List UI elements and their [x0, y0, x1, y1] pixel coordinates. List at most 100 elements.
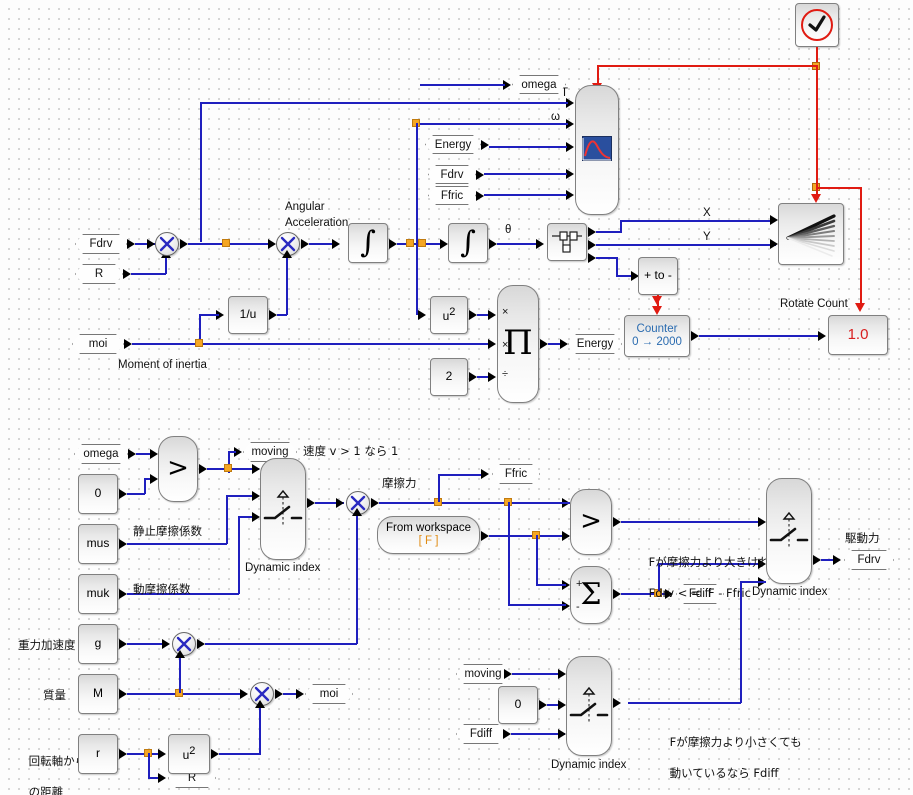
- plus-to-minus-block[interactable]: + to -: [638, 257, 678, 295]
- wire-zero1-h: [127, 493, 145, 495]
- dynamic-index-block-1[interactable]: [260, 458, 306, 560]
- arrow-mul5-in1: [240, 689, 248, 699]
- arrow-counter-trigger-2: [652, 306, 662, 315]
- multiply-icon: [159, 236, 175, 252]
- arrow-fdrv-tag-out: [833, 555, 841, 565]
- square-block-2[interactable]: u2: [168, 734, 210, 774]
- integrator-block-2[interactable]: ∫: [448, 223, 488, 263]
- block-diagram-canvas[interactable]: T ω omega Energy Fdrv Ffric Fdrv R Angul…: [0, 0, 913, 795]
- signal-tag-fdiff-in-label: Fdiff: [469, 728, 493, 740]
- multiply-block-1[interactable]: [155, 232, 179, 256]
- arrow-fdrv-in: [127, 239, 135, 249]
- wire-label-Y: Y: [703, 231, 711, 243]
- signal-tag-fdrv-in[interactable]: Fdrv: [75, 234, 127, 254]
- arrow-dyn3-in3: [558, 729, 566, 739]
- signal-tag-omega-top[interactable]: omega: [512, 75, 566, 94]
- switch-icon: [263, 489, 303, 525]
- sum-block[interactable]: Σ: [570, 566, 612, 624]
- signal-tag-energy-out[interactable]: Energy: [568, 334, 622, 354]
- wire-dyn3-to-dyn2-h2: [740, 581, 766, 583]
- arrow-g-out: [119, 639, 127, 649]
- signal-tag-omega-in-label: omega: [83, 448, 119, 460]
- arrow-mus-out: [119, 539, 127, 549]
- arrow-M-out: [119, 689, 127, 699]
- wire-mus-h2: [226, 495, 252, 497]
- wire-Y: [596, 244, 776, 246]
- xy-graph-block[interactable]: [778, 203, 844, 265]
- arrow-prod-in2: [488, 339, 496, 349]
- clock-icon: [801, 9, 833, 41]
- arrow-dyn1-in1: [252, 464, 260, 474]
- square-block-1[interactable]: u2: [430, 296, 468, 334]
- compare-block-1[interactable]: >: [158, 436, 198, 502]
- arrow-mul3-in1: [336, 498, 344, 508]
- wire-ffric-to-scope: [484, 194, 567, 196]
- signal-tag-ffric-scope[interactable]: Ffric: [428, 186, 476, 205]
- event-wire-to-scope: [597, 65, 599, 85]
- const-g-block[interactable]: g: [78, 624, 118, 664]
- const-r-block[interactable]: r: [78, 734, 118, 774]
- arrow-fdiff-in: [503, 729, 511, 739]
- arrow-mul2-in2: [282, 250, 292, 258]
- reciprocal-label: 1/u: [239, 307, 257, 322]
- event-wire-to-display-h: [816, 187, 862, 189]
- signal-tag-moving-in[interactable]: moving: [456, 664, 510, 684]
- junction-moving: [224, 464, 232, 472]
- wire-ffric-to-sum-h: [508, 604, 566, 606]
- junction-T: [222, 239, 230, 247]
- signal-tag-fdrv-in-label: Fdrv: [89, 238, 113, 250]
- display-block[interactable]: 1.0: [828, 315, 888, 355]
- counter-label-line2: 0 → 2000: [632, 336, 682, 348]
- const-M-label: M: [93, 686, 103, 701]
- const-mus-block[interactable]: mus: [78, 524, 118, 564]
- event-wire-clock-left: [597, 65, 817, 67]
- signal-tag-fdrv-out[interactable]: Fdrv: [844, 550, 894, 570]
- signal-tag-omega-in[interactable]: omega: [74, 444, 128, 464]
- const-zero-block-1[interactable]: 0: [78, 474, 118, 514]
- signal-tag-r-in-label: R: [94, 268, 104, 280]
- dynamic-index-block-3[interactable]: [566, 656, 612, 756]
- wire-int2-out: [497, 243, 540, 245]
- subsystem-block[interactable]: [547, 223, 587, 261]
- arrow-dyn3-out: [613, 698, 621, 708]
- signal-tag-ffric-out[interactable]: Ffric: [492, 464, 540, 484]
- signal-tag-r-in[interactable]: R: [75, 264, 123, 284]
- arrow-sum-in2: [562, 601, 570, 611]
- signal-tag-fdrv-scope[interactable]: Fdrv: [428, 165, 476, 184]
- wire-omega-to-tag: [420, 84, 505, 86]
- arrow-int2-in: [440, 239, 448, 249]
- scope-block[interactable]: [575, 85, 619, 215]
- integrator-block-1[interactable]: ∫: [348, 223, 388, 263]
- dynamic-index-block-2[interactable]: [766, 478, 812, 584]
- wire-mus-h: [127, 543, 227, 545]
- signal-tag-moi-out[interactable]: moi: [305, 684, 353, 704]
- const-M-block[interactable]: M: [78, 674, 118, 714]
- arrow-subsys-in: [536, 239, 544, 249]
- annotation-friction-force: 摩擦力: [382, 476, 417, 490]
- counter-block[interactable]: Counter 0 → 2000: [624, 315, 690, 357]
- arrow-R-tag: [158, 773, 166, 783]
- clock-block[interactable]: [795, 3, 839, 47]
- arrow-prod-in3: [488, 372, 496, 382]
- reciprocal-block[interactable]: 1/u: [228, 296, 268, 334]
- signal-tag-moi-in-label: moi: [88, 338, 108, 350]
- annotation-rotate-count: Rotate Count: [780, 298, 848, 310]
- wire-dyn3-to-dyn2-v: [740, 581, 742, 703]
- signal-tag-energy-scope[interactable]: Energy: [425, 135, 481, 154]
- const-muk-block[interactable]: muk: [78, 574, 118, 614]
- counter-label-line1: Counter: [636, 322, 678, 335]
- compare-block-2[interactable]: >: [570, 489, 612, 555]
- const-two-block[interactable]: 2: [430, 358, 468, 396]
- from-workspace-block[interactable]: From workspace [ F ]: [377, 516, 480, 554]
- signal-tag-moi-in[interactable]: moi: [72, 334, 124, 354]
- arrow-mul4-in1: [162, 639, 170, 649]
- event-wire-to-display-v: [860, 187, 862, 307]
- arrow-mul2-in1: [268, 239, 276, 249]
- const-mus-label: mus: [86, 536, 110, 551]
- wire-fromws-to-sum-v: [536, 535, 538, 585]
- wire-r-in: [131, 273, 166, 275]
- const-zero-block-2[interactable]: 0: [498, 686, 538, 724]
- arrow-moving-in: [504, 669, 512, 679]
- arrow-xy-in2: [770, 239, 778, 249]
- signal-tag-fdiff-in[interactable]: Fdiff: [456, 724, 506, 744]
